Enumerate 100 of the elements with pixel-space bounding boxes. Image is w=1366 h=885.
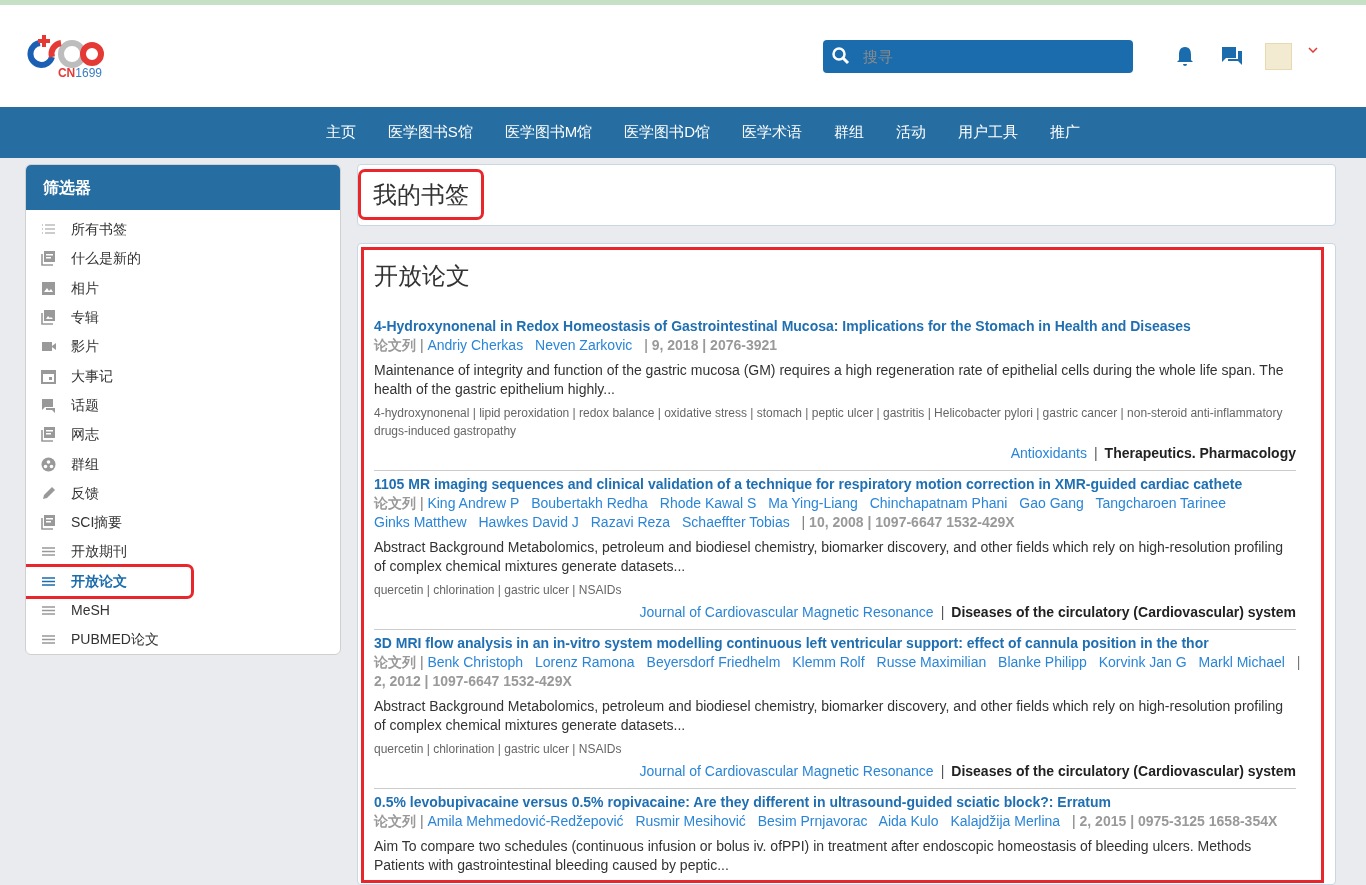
search-icon	[831, 45, 851, 66]
author-link[interactable]: Beyersdorf Friedhelm	[646, 653, 781, 670]
author-link[interactable]: Korvink Jan G	[1098, 653, 1187, 670]
author-link[interactable]: Andriy Cherkas	[427, 336, 524, 353]
sidebar-item[interactable]: 话题	[26, 390, 340, 421]
separator: |	[1072, 812, 1076, 829]
article-title-link[interactable]: 4-Hydroxynonenal in Redox Homeostasis of Gastrointestinal Mucosa: Implications for the Stomach in Health and Diseases	[374, 315, 1296, 336]
journal-link[interactable]: Antioxidants	[1010, 442, 1087, 464]
issue-info: 2, 2015 | 0975-3125 1658-354X	[1079, 812, 1278, 829]
category-label: Diseases of the circulatory (Cardiovascular) system	[951, 761, 1296, 781]
caret-icon[interactable]	[1308, 47, 1318, 53]
separator: |	[940, 761, 945, 781]
sidebar-item[interactable]: 开放论文	[26, 566, 191, 596]
author-link[interactable]: Markl Michael	[1198, 653, 1285, 670]
separator: |	[940, 602, 945, 622]
nav-link[interactable]: 医学图书D馆	[624, 121, 711, 144]
separator: |	[1093, 443, 1098, 463]
journal-link[interactable]: Journal of Cardiovascular Magnetic Resonance	[639, 601, 934, 623]
sidebar-item[interactable]: MeSH	[26, 595, 340, 626]
abstract-text: Abstract Background Metabolomics, petroleum and biodiesel chemistry, biomarker discovery, and other fields which rely on high-resolution profiling of complex chemical mixtures generate datasets...	[374, 696, 1285, 736]
separator: |	[1296, 653, 1301, 670]
sidebar-item[interactable]: 影片	[26, 332, 340, 362]
author-link[interactable]: Besim Prnjavorac	[757, 812, 868, 829]
calendar-icon	[40, 367, 57, 385]
author-link[interactable]: Ginks Matthew	[374, 513, 467, 530]
sidebar-item[interactable]: 相片	[26, 273, 340, 303]
doc-icon	[40, 250, 57, 268]
keywords-text: quercetin | chlorination | gastric ulcer | NSAIDs	[374, 740, 623, 758]
author-link[interactable]: Benk Christoph	[427, 653, 524, 670]
separator: |	[644, 336, 648, 353]
abstract-text: Abstract Background Metabolomics, petroleum and biodiesel chemistry, biomarker discovery, and other fields which rely on high-resolution profiling of complex chemical mixtures generate datasets...	[374, 537, 1285, 577]
author-link[interactable]: Boubertakh Redha	[531, 494, 648, 511]
author-link[interactable]: Gao Gang	[1019, 494, 1084, 511]
doc-icon	[40, 426, 57, 444]
sidebar-item[interactable]: SCI摘要	[26, 507, 340, 538]
sidebar-item[interactable]: 什么是新的	[26, 244, 340, 274]
keywords-text: 4-hydroxynonenal | lipid peroxidation | redox balance | oxidative stress | stomach | peptic ulcer | gastritis | Helicobacter pylori | gastric cancer | non-steroid anti-inflammatory drugs-induced gastropathy	[374, 404, 1284, 440]
author-link[interactable]: Klemm Rolf	[792, 653, 865, 670]
author-link[interactable]: Neven Zarkovic	[535, 336, 633, 353]
abstract-text: Aim To compare two schedules (continuous infusion or bolus iv. ofPPI) in treatment after endoscopic homeostasis of bleeding ulcers. Methods Patients with gastrointestinal bleeding caused by peptic...	[374, 836, 1253, 876]
author-link[interactable]: Schaeffter Tobias	[682, 513, 790, 530]
sidebar-item[interactable]: 大事记	[26, 361, 340, 391]
author-link[interactable]: Hawkes David J	[478, 513, 579, 530]
issue-info: 10, 2008 | 1097-6647 1532-429X	[809, 513, 1015, 530]
issue-info: 9, 2018 | 2076-3921	[651, 336, 778, 353]
author-link[interactable]: Aida Kulo	[878, 812, 939, 829]
nav-link[interactable]: 推广	[1050, 121, 1081, 144]
author-link[interactable]: King Andrew P	[427, 494, 520, 511]
sidebar-item[interactable]: 所有书签	[26, 215, 340, 245]
group-icon	[40, 455, 57, 473]
article-title-link[interactable]: 0.5% levobupivacaine versus 0.5% ropivacaine: Are they different in ultrasound-guided sciatic block?: Erratum	[374, 791, 1296, 812]
album-icon	[40, 309, 57, 327]
series-label: 论文列	[374, 336, 416, 353]
chat-icon	[40, 396, 57, 414]
filter-title: 筛选器	[43, 177, 91, 198]
bell-icon[interactable]	[1175, 45, 1195, 67]
journal-link[interactable]: Journal of Cardiovascular Magnetic Resonance	[639, 760, 934, 782]
section-title: 开放论文	[374, 260, 471, 291]
nav-link[interactable]: 医学图书M馆	[504, 121, 593, 144]
separator: |	[419, 812, 424, 829]
author-link[interactable]: Amila Mehmedović-Redžepović	[427, 812, 624, 829]
author-link[interactable]: Razavi Reza	[590, 513, 671, 530]
sidebar-item[interactable]: 群组	[26, 449, 340, 479]
doc-icon	[40, 514, 57, 532]
sidebar-item[interactable]: 网志	[26, 420, 340, 450]
sidebar-item[interactable]: 反馈	[26, 478, 340, 508]
page-title: 我的书签	[361, 172, 481, 218]
article-title-link[interactable]: 1105 MR imaging sequences and clinical validation of a technique for respiratory motion correction in XMR-guided cardiac cathete	[374, 473, 1296, 494]
series-label: 论文列	[374, 653, 416, 670]
sidebar-item[interactable]: PUBMED论文	[26, 625, 340, 654]
nav-link[interactable]: 活动	[896, 121, 927, 144]
nav-link[interactable]: 主页	[325, 121, 356, 144]
separator: |	[419, 494, 424, 511]
keywords-text: quercetin | chlorination | gastric ulcer | NSAIDs	[374, 581, 623, 599]
series-label: 论文列	[374, 494, 416, 511]
separator: |	[419, 336, 424, 353]
nav-link[interactable]: 医学术语	[742, 121, 803, 144]
series-label: 论文列	[374, 812, 416, 829]
nav-link[interactable]: 群组	[834, 121, 865, 144]
chat-bubbles-icon[interactable]	[1221, 46, 1243, 66]
search-field[interactable]: 搜寻	[823, 39, 1133, 73]
sidebar-item[interactable]: 专辑	[26, 302, 340, 333]
nav-link[interactable]: 用户工具	[958, 121, 1019, 144]
article-title-link[interactable]: 3D MRI flow analysis in an in-vitro system modelling continuous left ventricular support: effect of cannula position in the thor	[374, 632, 1296, 653]
author-link[interactable]: Blanke Philipp	[998, 653, 1087, 670]
author-link[interactable]: Chinchapatnam Phani	[869, 494, 1008, 511]
author-link[interactable]: Ma Ying-Liang	[768, 494, 858, 511]
logo-rings-icon	[26, 33, 104, 69]
author-link[interactable]: Rusmir Mesihović	[635, 812, 746, 829]
author-link[interactable]: Lorenz Ramona	[535, 653, 635, 670]
author-link[interactable]: Russe Maximilian	[876, 653, 987, 670]
author-link[interactable]: Kalajdžija Merlina	[950, 812, 1061, 829]
pencil-icon	[40, 484, 57, 502]
author-link[interactable]: Tangcharoen Tarinee	[1095, 494, 1227, 511]
category-label: Therapeutics. Pharmacology	[1104, 443, 1296, 463]
sidebar-item[interactable]: 开放期刊	[26, 537, 340, 567]
author-link[interactable]: Rhode Kawal S	[659, 494, 757, 511]
separator: |	[419, 653, 424, 670]
nav-link[interactable]: 医学图书S馆	[387, 121, 473, 144]
category-label: Diseases of the circulatory (Cardiovascular) system	[951, 602, 1296, 622]
